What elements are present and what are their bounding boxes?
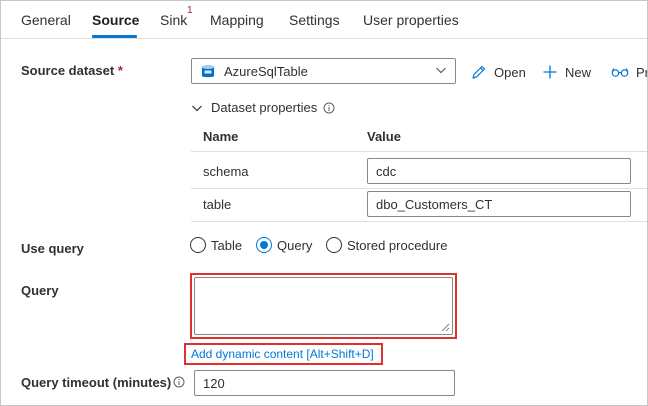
- radio-circle: [190, 237, 206, 253]
- pencil-icon: [472, 65, 486, 79]
- open-label: Open: [494, 64, 526, 80]
- source-dataset-label: Source dataset *: [21, 63, 123, 78]
- new-label: New: [565, 64, 592, 80]
- new-button[interactable]: New: [542, 62, 591, 82]
- radio-table-label: Table: [211, 237, 243, 253]
- tab-bar: General Source Sink 1 Mapping Settings U…: [1, 1, 647, 39]
- query-timeout-input[interactable]: 120: [194, 370, 455, 396]
- radio-stored-procedure[interactable]: Stored procedure: [326, 237, 447, 253]
- active-tab-indicator: [92, 35, 137, 38]
- property-name-schema: schema: [203, 164, 249, 179]
- copy-activity-source-panel: General Source Sink 1 Mapping Settings U…: [0, 0, 648, 406]
- source-dataset-value: AzureSqlTable: [224, 64, 308, 79]
- radio-table[interactable]: Table: [190, 237, 242, 253]
- row-divider: [191, 188, 647, 189]
- use-query-label: Use query: [21, 241, 84, 256]
- row-divider: [191, 221, 647, 222]
- add-dynamic-content-link[interactable]: Add dynamic content [Alt+Shift+D]: [191, 347, 374, 361]
- radio-circle-selected: [256, 237, 272, 253]
- required-asterisk: *: [117, 63, 123, 78]
- glasses-icon: [611, 68, 629, 77]
- tab-source[interactable]: Source: [92, 12, 139, 28]
- sql-database-icon: [202, 65, 214, 78]
- plus-icon: [543, 65, 557, 79]
- column-header-value: Value: [367, 129, 401, 144]
- preview-label: Pr: [636, 64, 648, 80]
- info-icon[interactable]: [323, 102, 335, 114]
- property-name-table: table: [203, 197, 232, 212]
- query-textarea[interactable]: [194, 277, 453, 335]
- dataset-properties-title: Dataset properties: [211, 100, 318, 115]
- open-button[interactable]: Open: [470, 62, 526, 82]
- preview-data-button[interactable]: Pr: [611, 62, 648, 82]
- radio-circle: [326, 237, 342, 253]
- schema-value-input[interactable]: cdc: [367, 158, 631, 184]
- dataset-properties-toggle[interactable]: Dataset properties: [191, 100, 335, 115]
- radio-stored-procedure-label: Stored procedure: [347, 237, 448, 253]
- chevron-down-icon: [436, 67, 446, 74]
- tab-general[interactable]: General: [21, 12, 71, 28]
- source-dataset-select[interactable]: AzureSqlTable: [191, 58, 456, 84]
- table-value-input[interactable]: dbo_Customers_CT: [367, 191, 631, 217]
- table-header-divider: [191, 151, 647, 152]
- tab-user-properties[interactable]: User properties: [363, 12, 459, 28]
- radio-query[interactable]: Query: [256, 237, 312, 253]
- tab-sink[interactable]: Sink: [160, 12, 187, 28]
- tab-mapping[interactable]: Mapping: [210, 12, 264, 28]
- tab-settings[interactable]: Settings: [289, 12, 340, 28]
- chevron-down-icon: [192, 105, 202, 111]
- query-timeout-label: Query timeout (minutes): [21, 375, 172, 390]
- info-icon[interactable]: [173, 376, 185, 388]
- radio-query-label: Query: [277, 237, 313, 253]
- query-label: Query: [21, 283, 59, 298]
- sink-error-badge: 1: [187, 5, 193, 16]
- resize-grip-icon[interactable]: [441, 323, 450, 332]
- column-header-name: Name: [203, 129, 239, 144]
